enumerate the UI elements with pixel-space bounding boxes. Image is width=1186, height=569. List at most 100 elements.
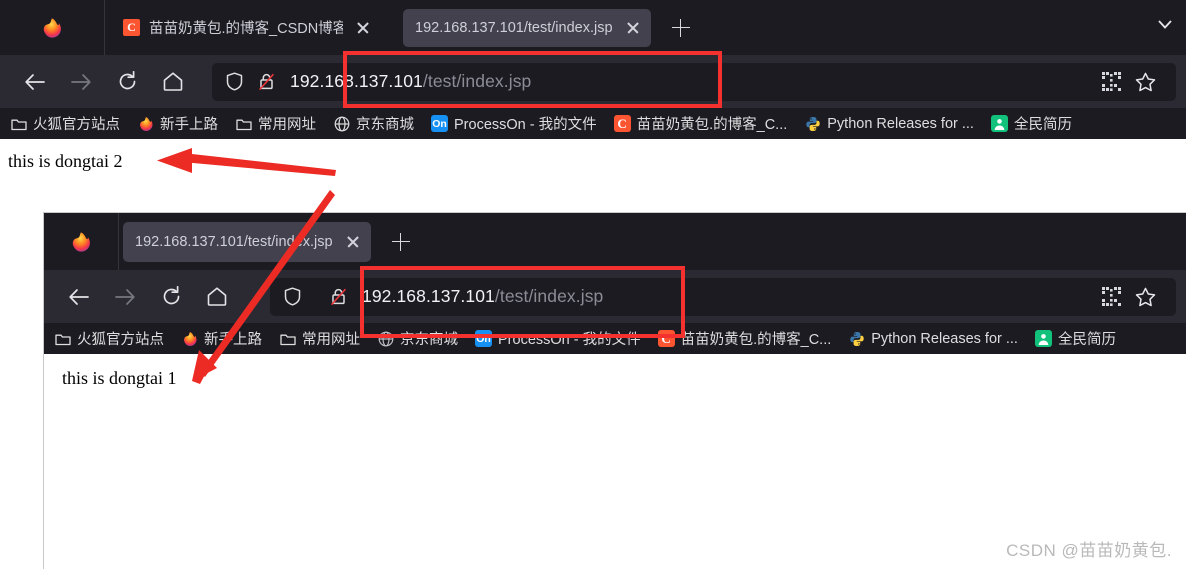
bookmark-item-3[interactable]: 京东商城	[333, 113, 414, 134]
outer-tab-0-close-icon[interactable]	[353, 18, 373, 38]
bookmark-label-5: 苗苗奶黄包.的博客_C...	[636, 117, 788, 133]
inner-nav-toolbar: 192.168.137.101/test/index.jsp	[44, 270, 1186, 323]
chevron-down-icon[interactable]	[1158, 20, 1172, 29]
csdn-watermark: CSDN @苗苗奶黄包.	[1006, 541, 1172, 560]
bookmark-item-2[interactable]: 常用网址	[235, 113, 316, 134]
on-icon: On	[475, 330, 492, 347]
outer-tab-1[interactable]: 192.168.137.101/test/index.jsp	[403, 8, 651, 47]
bookmark-label-7: 全民简历	[1013, 117, 1072, 133]
inner-bookmark-label-7: 全民简历	[1057, 332, 1116, 348]
outer-address-bar[interactable]: 192.168.137.101/test/index.jsp	[212, 62, 1176, 101]
inner-bookmark-item-5[interactable]: C 苗苗奶黄包.的博客_C...	[657, 328, 832, 349]
inner-bookmark-label-4: ProcessOn - 我的文件	[498, 332, 641, 348]
resume-icon	[1034, 330, 1052, 347]
firefox-logo-icon	[72, 231, 90, 252]
bookmark-label-1: 新手上路	[160, 117, 218, 133]
firefox-app-button[interactable]	[0, 0, 105, 55]
inner-bookmark-label-0: 火狐官方站点	[77, 332, 164, 348]
qr-code-icon[interactable]	[1094, 65, 1128, 99]
inner-urlbar-actions	[1094, 280, 1166, 314]
inner-bookmark-item-2[interactable]: 常用网址	[279, 328, 360, 349]
inner-new-tab-button[interactable]	[385, 226, 417, 258]
outer-url-text: 192.168.137.101/test/index.jsp	[290, 71, 531, 92]
folder-icon	[235, 115, 252, 132]
inner-bookmark-item-1[interactable]: 新手上路	[181, 328, 262, 349]
lock-crossed-out-icon[interactable]	[326, 287, 350, 306]
folder-icon	[10, 115, 27, 132]
bookmark-item-1[interactable]: 新手上路	[137, 113, 218, 134]
outer-tab-0-title: 苗苗奶黄包.的博客_CSDN博客	[149, 21, 343, 37]
inner-url-host: 192.168.137.101	[362, 286, 495, 306]
back-arrow-icon	[25, 73, 45, 90]
star-icon[interactable]	[1128, 65, 1162, 99]
csdn-icon: C	[613, 115, 631, 132]
star-icon[interactable]	[1128, 280, 1162, 314]
forward-arrow-icon	[71, 73, 91, 90]
outer-url-host: 192.168.137.101	[290, 71, 423, 91]
inner-bookmark-item-7[interactable]: 全民简历	[1034, 328, 1116, 349]
reload-icon	[119, 71, 135, 90]
inner-back-button[interactable]	[60, 278, 98, 316]
bookmark-item-4[interactable]: On ProcessOn - 我的文件	[431, 113, 597, 134]
outer-bookmarks-bar: 火狐官方站点 新手上路 常用网址 京东商城 On ProcessOn - 我的文…	[0, 108, 1186, 139]
inner-tab-strip: 192.168.137.101/test/index.jsp	[44, 213, 1186, 270]
python-icon	[848, 330, 865, 347]
python-icon	[804, 115, 821, 132]
shield-icon[interactable]	[280, 287, 304, 306]
outer-url-path: /test/index.jsp	[422, 71, 532, 91]
outer-tab-0[interactable]: C 苗苗奶黄包.的博客_CSDN博客	[111, 9, 381, 47]
outer-nav-toolbar: 192.168.137.101/test/index.jsp	[0, 55, 1186, 108]
bookmark-label-0: 火狐官方站点	[33, 117, 120, 133]
firefox-icon	[181, 330, 198, 347]
home-button[interactable]	[154, 63, 192, 101]
inner-tab-0-title: 192.168.137.101/test/index.jsp	[135, 233, 333, 250]
inner-bookmark-label-6: Python Releases for ...	[871, 330, 1018, 347]
inner-bookmark-item-4[interactable]: On ProcessOn - 我的文件	[475, 328, 641, 349]
outer-urlbar-actions	[1094, 65, 1166, 99]
forward-button[interactable]	[62, 63, 100, 101]
inner-address-bar[interactable]: 192.168.137.101/test/index.jsp	[270, 277, 1176, 316]
inner-forward-button[interactable]	[106, 278, 144, 316]
inner-bookmark-label-1: 新手上路	[204, 332, 262, 348]
bookmark-item-0[interactable]: 火狐官方站点	[10, 113, 120, 134]
bookmark-item-5[interactable]: C 苗苗奶黄包.的博客_C...	[613, 113, 788, 134]
inner-bookmarks-bar: 火狐官方站点 新手上路 常用网址 京东商城 On ProcessOn - 我的文…	[44, 323, 1186, 354]
bookmark-label-6: Python Releases for ...	[827, 115, 974, 132]
csdn-icon: C	[123, 19, 140, 36]
folder-icon	[279, 330, 296, 347]
inner-bookmark-item-3[interactable]: 京东商城	[377, 328, 458, 349]
resume-icon	[990, 115, 1008, 132]
reload-icon	[163, 286, 179, 305]
outer-new-tab-button[interactable]	[665, 12, 697, 44]
inner-url-text: 192.168.137.101/test/index.jsp	[362, 286, 603, 307]
inner-tab-0-close-icon[interactable]	[343, 232, 363, 252]
globe-icon	[333, 115, 350, 132]
on-icon: On	[431, 115, 448, 132]
bookmark-item-7[interactable]: 全民简历	[990, 113, 1072, 134]
inner-bookmark-item-6[interactable]: Python Releases for ...	[848, 330, 1018, 347]
outer-tab-1-close-icon[interactable]	[623, 18, 643, 38]
firefox-logo-icon	[43, 17, 61, 38]
csdn-icon: C	[657, 330, 675, 347]
outer-tab-1-title: 192.168.137.101/test/index.jsp	[415, 19, 613, 36]
home-icon	[207, 287, 227, 306]
inner-bookmark-item-0[interactable]: 火狐官方站点	[54, 328, 164, 349]
inner-url-path: /test/index.jsp	[494, 286, 604, 306]
inner-bookmark-label-2: 常用网址	[302, 332, 360, 348]
lock-crossed-out-icon[interactable]	[254, 72, 278, 91]
inner-reload-button[interactable]	[152, 278, 190, 316]
back-button[interactable]	[16, 63, 54, 101]
globe-icon	[377, 330, 394, 347]
inner-bookmark-label-3: 京东商城	[400, 332, 458, 348]
inner-tab-0[interactable]: 192.168.137.101/test/index.jsp	[123, 221, 371, 262]
bookmark-item-6[interactable]: Python Releases for ...	[804, 115, 974, 132]
inner-bookmark-label-5: 苗苗奶黄包.的博客_C...	[680, 332, 832, 348]
outer-tab-strip: C 苗苗奶黄包.的博客_CSDN博客 192.168.137.101/test/…	[0, 0, 1186, 55]
reload-button[interactable]	[108, 63, 146, 101]
inner-home-button[interactable]	[198, 278, 236, 316]
folder-icon	[54, 330, 71, 347]
bookmark-label-4: ProcessOn - 我的文件	[454, 117, 597, 133]
qr-code-icon[interactable]	[1094, 280, 1128, 314]
inner-firefox-app-button[interactable]	[44, 213, 119, 270]
shield-icon[interactable]	[222, 72, 246, 91]
